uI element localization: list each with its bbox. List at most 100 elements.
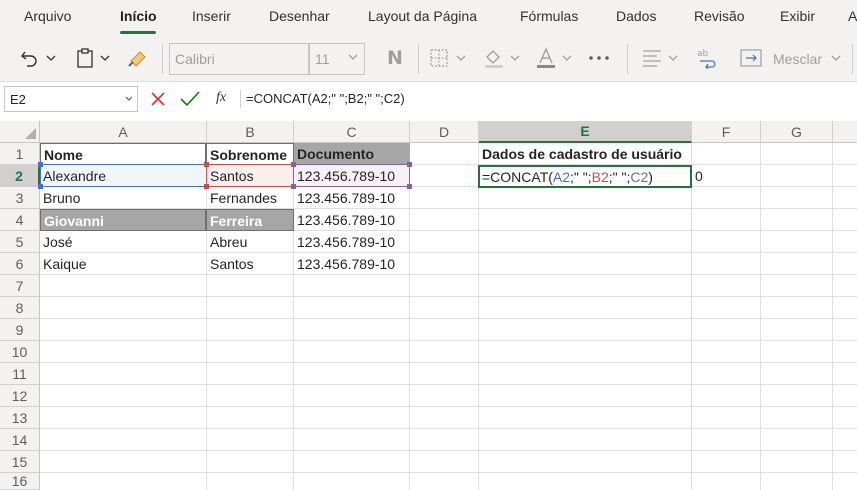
- cell-b1[interactable]: Sobrenome: [206, 143, 294, 165]
- select-all-button[interactable]: [0, 121, 40, 143]
- cell-e1[interactable]: Dados de cadastro de usuário: [479, 143, 692, 165]
- reference-handle[interactable]: [38, 184, 43, 189]
- paste-icon[interactable]: [74, 44, 96, 72]
- column-header-partial[interactable]: [833, 121, 857, 143]
- tab-dados[interactable]: Dados: [616, 8, 656, 24]
- column-header-f[interactable]: F: [692, 121, 761, 143]
- align-icon[interactable]: [640, 44, 664, 72]
- row-header-7[interactable]: 7: [0, 275, 40, 297]
- cell-f2[interactable]: 0: [692, 165, 760, 187]
- cancel-icon[interactable]: [150, 91, 166, 107]
- column-header-d[interactable]: D: [410, 121, 479, 143]
- font-name-select[interactable]: Calibri: [169, 43, 309, 75]
- font-size-select[interactable]: 11: [309, 43, 365, 75]
- column-header-b[interactable]: B: [207, 121, 294, 143]
- bold-button[interactable]: N: [387, 47, 403, 69]
- checkmark-icon[interactable]: [180, 91, 200, 107]
- active-tab-indicator: [120, 31, 156, 34]
- cell-a6[interactable]: Kaique: [40, 253, 206, 275]
- row-header-8[interactable]: 8: [0, 297, 40, 319]
- font-color-icon[interactable]: [534, 44, 558, 72]
- cell-c4[interactable]: 123.456.789-10: [294, 209, 409, 231]
- row-header-10[interactable]: 10: [0, 341, 40, 363]
- row-header-3[interactable]: 3: [0, 187, 40, 209]
- column-header-e[interactable]: E: [479, 121, 692, 143]
- format-painter-icon[interactable]: [126, 44, 150, 72]
- tab-exibir[interactable]: Exibir: [780, 8, 815, 24]
- toolbar-separator: [418, 44, 419, 74]
- formula-part: ): [648, 169, 653, 185]
- fill-color-icon[interactable]: [482, 44, 506, 72]
- row-header-16[interactable]: 16: [0, 473, 40, 490]
- borders-icon[interactable]: [428, 44, 450, 72]
- font-color-chevron-down-icon[interactable]: [560, 44, 574, 72]
- formula-part: =CONCAT(: [482, 169, 553, 185]
- column-header-a[interactable]: A: [40, 121, 207, 143]
- row-header-2[interactable]: 2: [0, 165, 40, 187]
- borders-chevron-down-icon[interactable]: [454, 44, 468, 72]
- tab-formulas[interactable]: Fórmulas: [520, 8, 578, 24]
- tab-inicio[interactable]: Início: [120, 8, 157, 24]
- row-header-11[interactable]: 11: [0, 363, 40, 385]
- tab-desenhar[interactable]: Desenhar: [269, 8, 330, 24]
- reference-handle[interactable]: [38, 162, 43, 167]
- cell-b6[interactable]: Santos: [207, 253, 293, 275]
- reference-handle[interactable]: [407, 162, 412, 167]
- cell-a1[interactable]: Nome: [40, 143, 206, 165]
- cell-c1[interactable]: Documento: [294, 143, 410, 165]
- paste-chevron-down-icon[interactable]: [98, 44, 112, 72]
- reference-handle[interactable]: [204, 162, 209, 167]
- formula-bar: E2 fx =CONCAT(A2;" ";B2;" ";C2): [0, 86, 857, 114]
- merge-chevron-down-icon[interactable]: [829, 44, 843, 72]
- row-header-4[interactable]: 4: [0, 209, 40, 231]
- spreadsheet-grid[interactable]: A B C D E F G 1 2 3 4 5 6 7 8 9 10 11 12…: [0, 121, 857, 490]
- reference-handle[interactable]: [291, 184, 296, 189]
- column-header-g[interactable]: G: [761, 121, 833, 143]
- cell-b3[interactable]: Fernandes: [207, 187, 293, 209]
- cell-a3[interactable]: Bruno: [40, 187, 206, 209]
- cell-b4[interactable]: Ferreira: [206, 209, 294, 231]
- row-header-13[interactable]: 13: [0, 407, 40, 429]
- tab-revisao[interactable]: Revisão: [694, 8, 745, 24]
- reference-handle[interactable]: [204, 184, 209, 189]
- merge-icon[interactable]: [738, 44, 764, 72]
- toolbar-separator: [627, 44, 628, 74]
- row-header-1[interactable]: 1: [0, 143, 40, 165]
- insert-function-button[interactable]: fx: [216, 90, 226, 106]
- gridline: [40, 450, 857, 451]
- column-header-c[interactable]: C: [294, 121, 410, 143]
- tab-layout-da-pagina[interactable]: Layout da Página: [368, 8, 477, 24]
- wrap-text-icon[interactable]: ab: [694, 44, 720, 72]
- cell-b5[interactable]: Abreu: [207, 231, 293, 253]
- cell-c5[interactable]: 123.456.789-10: [294, 231, 409, 253]
- gridline: [409, 143, 410, 490]
- active-cell-e2[interactable]: =CONCAT(A2;" ";B2;" ";C2): [478, 165, 692, 188]
- row-header-6[interactable]: 6: [0, 253, 40, 275]
- name-box[interactable]: E2: [4, 86, 138, 112]
- fill-color-chevron-down-icon[interactable]: [508, 44, 522, 72]
- row-header-5[interactable]: 5: [0, 231, 40, 253]
- gridline: [40, 318, 857, 319]
- cell-c3[interactable]: 123.456.789-10: [294, 187, 409, 209]
- reference-handle[interactable]: [291, 162, 296, 167]
- row-header-9[interactable]: 9: [0, 319, 40, 341]
- row-header-14[interactable]: 14: [0, 429, 40, 451]
- chevron-down-icon: [125, 96, 133, 101]
- reference-handle[interactable]: [407, 184, 412, 189]
- tab-truncated[interactable]: A: [848, 8, 857, 24]
- undo-icon[interactable]: [18, 44, 42, 72]
- toolbar-separator: [852, 44, 853, 74]
- cell-c6[interactable]: 123.456.789-10: [294, 253, 409, 275]
- merge-button[interactable]: Mesclar: [773, 51, 822, 67]
- row-header-12[interactable]: 12: [0, 385, 40, 407]
- formula-ref-c2: C2: [630, 169, 649, 185]
- align-chevron-down-icon[interactable]: [666, 44, 680, 72]
- more-icon[interactable]: [586, 44, 612, 72]
- cell-a5[interactable]: José: [40, 231, 206, 253]
- formula-input[interactable]: =CONCAT(A2;" ";B2;" ";C2): [246, 91, 405, 106]
- cell-a4[interactable]: Giovanni: [40, 209, 206, 231]
- row-header-15[interactable]: 15: [0, 451, 40, 473]
- undo-chevron-down-icon[interactable]: [44, 44, 58, 72]
- tab-arquivo[interactable]: Arquivo: [24, 8, 71, 24]
- tab-inserir[interactable]: Inserir: [192, 8, 231, 24]
